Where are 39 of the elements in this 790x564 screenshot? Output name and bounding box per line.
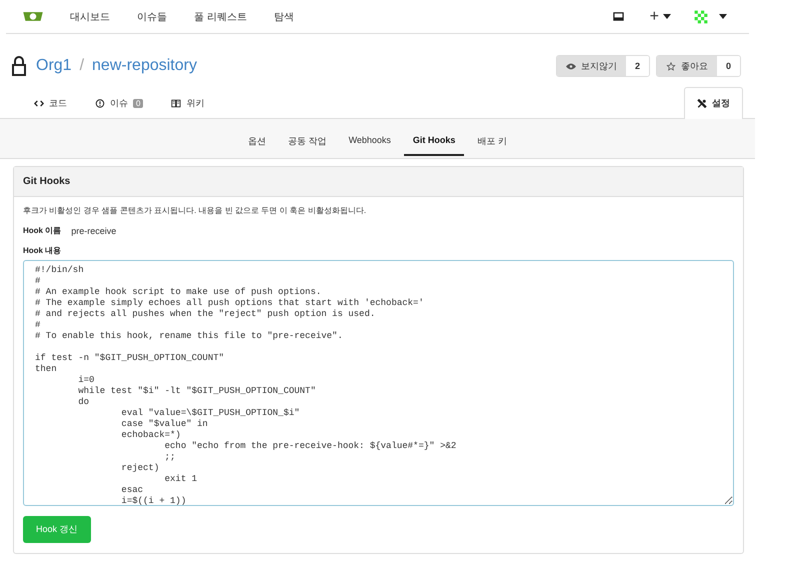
caret-icon: [663, 14, 671, 19]
hook-name-label: Hook 이름: [23, 225, 62, 236]
lock-icon: [12, 56, 26, 76]
hook-content-label: Hook 내용: [23, 245, 62, 256]
code-icon: [34, 98, 44, 108]
eye-icon: [566, 62, 576, 70]
owner-link[interactable]: Org1: [36, 57, 72, 75]
watch-button[interactable]: 보지않기: [556, 56, 626, 76]
inbox-icon[interactable]: [612, 11, 624, 22]
settings-tab[interactable]: Git Hooks: [404, 129, 464, 156]
settings-tab[interactable]: 배포 키: [468, 129, 516, 154]
settings-tab[interactable]: 공동 작업: [279, 129, 336, 154]
issue-icon: [95, 98, 105, 108]
hook-content-editor[interactable]: #!/bin/sh # # An example hook script to make use of push options. # The example simply echoes all push options that start with 'echoback=' # and rejects all pushes when the "reject" push option is used. # # To enable this hook, rename this file to "pre-receive". if test -n "$GIT_PUSH_OPTION_COUNT" then i=0 while test "$i" -lt "$GIT_PUSH_OPTION_COUNT" do eval "value=\$GIT_PUSH_OPTION_$i" case "$value" in echoback=*) echo "echo from the pre-receive-hook: ${value#*=}" >&2 ;; reject) exit 1 esac i=$((i + 1)): [23, 260, 734, 506]
tools-icon: [697, 99, 707, 108]
user-menu[interactable]: [693, 8, 727, 24]
avatar-icon: [693, 8, 709, 24]
nav-link[interactable]: 탐색: [274, 10, 294, 24]
repo-tab[interactable]: 위키: [157, 88, 218, 118]
book-icon: [171, 98, 182, 108]
repo-link[interactable]: new-repository: [92, 57, 197, 75]
logo-icon[interactable]: [22, 10, 44, 23]
panel-title: Git Hooks: [14, 167, 743, 197]
settings-tab[interactable]: Webhooks: [340, 129, 400, 154]
nav-link[interactable]: 풀 리퀘스트: [194, 10, 247, 24]
create-menu[interactable]: +: [650, 8, 671, 26]
repo-tab[interactable]: 코드: [20, 88, 81, 118]
settings-tab[interactable]: 옵션: [239, 129, 276, 154]
repo-tab[interactable]: 설정: [684, 87, 743, 119]
star-button[interactable]: 좋아요: [656, 56, 717, 76]
repo-tab[interactable]: 이슈 0: [81, 88, 158, 118]
caret-icon: [719, 14, 727, 19]
path-separator: /: [80, 57, 84, 75]
issue-count-badge: 0: [133, 98, 144, 108]
hook-name-value: pre-receive: [71, 226, 116, 236]
nav-link[interactable]: 이슈들: [137, 10, 167, 24]
help-text: 후크가 비활성인 경우 샘플 콘텐츠가 표시됩니다. 내용을 빈 값으로 두면 이 훅은 비활성화됩니다.: [23, 205, 368, 216]
star-icon: [666, 62, 676, 70]
nav-link[interactable]: 대시보드: [70, 10, 110, 24]
